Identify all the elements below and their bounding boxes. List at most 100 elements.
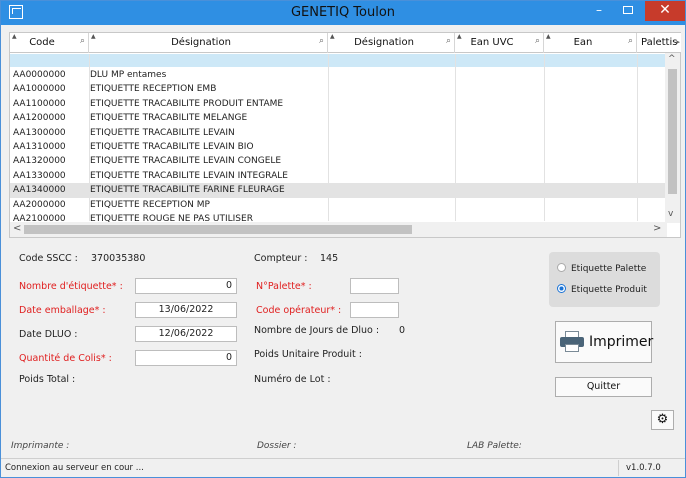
maximize-button[interactable] <box>617 1 639 21</box>
selected-empty-row[interactable] <box>10 54 665 67</box>
code-operateur-field[interactable] <box>350 302 399 318</box>
code-cell: AA1320000 <box>13 156 66 167</box>
table-row[interactable]: AA1100000 ETIQUETTE TRACABILITE PRODUIT E… <box>10 97 665 111</box>
date-dluo-field[interactable]: 12/06/2022 <box>135 326 237 342</box>
search-icon[interactable]: ⌕ <box>535 36 540 46</box>
window-title: GENETIQ Toulon <box>290 5 396 20</box>
table-row[interactable]: AA1320000 ETIQUETTE TRACABILITE LEVAIN CO… <box>10 154 665 168</box>
radio-on-icon <box>557 284 566 293</box>
radio-etiquette-produit[interactable]: Etiquette Produit <box>557 284 647 295</box>
main-window: GENETIQ Toulon – ✕ ▲ Code ⌕ ▲ Désignatio… <box>0 0 686 478</box>
radio-label: Etiquette Produit <box>571 285 647 295</box>
grid-header: ▲ Code ⌕ ▲ Désignation ⌕ ▲ Désignation ⌕… <box>10 33 681 53</box>
gear-icon: ⚙ <box>656 412 669 427</box>
search-icon[interactable]: ⌕ <box>446 36 451 46</box>
printer-icon <box>560 331 584 353</box>
column-label: Désignation <box>354 37 414 48</box>
horizontal-scrollbar[interactable]: < > <box>10 222 667 237</box>
status-bar: Connexion au serveur en cour ... v1.0.7.… <box>1 458 685 477</box>
column-header-designation[interactable]: ▲ Désignation ⌕ <box>89 33 328 53</box>
column-label: Désignation <box>171 37 231 48</box>
date-emballage-field[interactable]: 13/06/2022 <box>135 302 237 318</box>
designation-cell: ETIQUETTE RECEPTION EMB <box>90 84 217 95</box>
code-cell: AA1000000 <box>13 84 66 95</box>
code-sscc-value: 370035380 <box>91 253 146 264</box>
scroll-down-icon[interactable]: v <box>668 209 673 219</box>
numero-lot-label: Numéro de Lot : <box>254 374 331 385</box>
designation-cell: ETIQUETTE TRACABILITE FARINE FLEURAGE <box>90 185 285 196</box>
column-header-ean-uvc[interactable]: ▲ Ean UVC ⌕ <box>455 33 544 53</box>
print-button[interactable]: Imprimer <box>555 321 654 363</box>
column-label: Ean <box>573 37 593 48</box>
scroll-left-icon[interactable]: < <box>13 223 21 234</box>
code-cell: AA0000000 <box>13 70 66 80</box>
radio-label: Etiquette Palette <box>571 264 647 274</box>
version-label: v1.0.7.0 <box>626 463 661 473</box>
column-header-code[interactable]: ▲ Code ⌕ <box>10 33 89 53</box>
designation-cell: ETIQUETTE TRACABILITE LEVAIN CONGELE <box>90 156 282 167</box>
table-row[interactable]: AA1310000 ETIQUETTE TRACABILITE LEVAIN BI… <box>10 140 665 154</box>
dossier-label: Dossier : <box>257 441 297 451</box>
code-cell: AA1200000 <box>13 113 66 124</box>
vertical-scrollbar[interactable]: ^ v <box>665 53 680 223</box>
designation-cell: ETIQUETTE TRACABILITE MELANGE <box>90 113 248 124</box>
imprimante-label: Imprimante : <box>11 441 70 451</box>
designation-cell: ETIQUETTE RECEPTION MP <box>90 199 210 210</box>
quantite-colis-label: Quantité de Colis* : <box>19 353 112 364</box>
search-icon[interactable]: ⌕ <box>319 36 324 46</box>
status-message: Connexion au serveur en cour ... <box>5 463 144 473</box>
table-row[interactable]: AA1300000 ETIQUETTE TRACABILITE LEVAIN <box>10 126 665 140</box>
designation-cell: DLU MP entames <box>90 70 167 80</box>
npalette-label: N°Palette* : <box>256 281 312 292</box>
print-button-label: Imprimer <box>589 334 654 350</box>
npalette-field[interactable] <box>350 278 399 294</box>
radio-off-icon <box>557 263 566 272</box>
article-grid: ▲ Code ⌕ ▲ Désignation ⌕ ▲ Désignation ⌕… <box>9 32 681 238</box>
scroll-thumb[interactable] <box>24 225 412 234</box>
scroll-thumb[interactable] <box>668 69 677 194</box>
status-separator <box>618 460 619 476</box>
date-emballage-label: Date emballage* : <box>19 305 106 316</box>
column-label: Code <box>29 37 55 48</box>
table-row[interactable]: AA2000000 ETIQUETTE RECEPTION MP <box>10 198 665 212</box>
poids-unitaire-label: Poids Unitaire Produit : <box>254 349 362 360</box>
quit-button[interactable]: Quitter <box>555 377 652 397</box>
scroll-up-icon[interactable]: ^ <box>668 54 676 64</box>
table-row[interactable]: AA1000000 ETIQUETTE RECEPTION EMB <box>10 82 665 96</box>
printer-paper <box>565 344 579 352</box>
search-icon[interactable]: ⌕ <box>628 36 633 46</box>
grid-rows: AA0000000 DLU MP entames AA1000000 ETIQUET… <box>10 68 665 226</box>
column-header-ean[interactable]: ▲ Ean ⌕ <box>544 33 637 53</box>
nb-jours-dluo-value: 0 <box>399 325 406 336</box>
nb-jours-dluo-label: Nombre de Jours de Dluo : <box>254 325 380 336</box>
table-row[interactable]: AA1200000 ETIQUETTE TRACABILITE MELANGE <box>10 111 665 125</box>
label-type-panel: Etiquette Palette Etiquette Produit <box>549 252 660 307</box>
designation-cell: ETIQUETTE TRACABILITE LEVAIN <box>90 127 235 138</box>
designation-cell: ETIQUETTE TRACABILITE PRODUIT ENTAME <box>90 98 284 109</box>
lab-palette-label: LAB Palette: <box>467 441 522 451</box>
scroll-right-icon[interactable]: ▸ <box>676 38 680 46</box>
settings-button[interactable]: ⚙ <box>651 410 674 430</box>
column-label: Palettis <box>641 37 678 48</box>
quantite-colis-field[interactable]: 0 <box>135 350 237 366</box>
nombre-etiquette-label: Nombre d'étiquette* : <box>19 281 123 292</box>
scroll-right-icon[interactable]: > <box>653 223 661 234</box>
code-cell: AA1340000 <box>13 185 66 196</box>
table-row[interactable]: AA1330000 ETIQUETTE TRACABILITE LEVAIN IN… <box>10 169 665 183</box>
search-icon[interactable]: ⌕ <box>80 36 85 46</box>
code-cell: AA1100000 <box>13 98 66 109</box>
code-cell: AA1300000 <box>13 127 66 138</box>
close-button[interactable]: ✕ <box>645 1 685 21</box>
radio-etiquette-palette[interactable]: Etiquette Palette <box>557 263 647 274</box>
nombre-etiquette-field[interactable]: 0 <box>135 278 237 294</box>
designation-cell: ETIQUETTE TRACABILITE LEVAIN INTEGRALE <box>90 170 288 181</box>
code-cell: AA1310000 <box>13 141 66 152</box>
minimize-button[interactable]: – <box>588 1 610 21</box>
code-cell: AA1330000 <box>13 170 66 181</box>
table-row[interactable]: AA1340000 ETIQUETTE TRACABILITE FARINE FL… <box>10 183 665 198</box>
column-header-palettis[interactable]: Palettis ▸ <box>637 33 681 53</box>
code-operateur-label: Code opérateur* : <box>256 305 342 316</box>
poids-total-label: Poids Total : <box>19 374 76 385</box>
column-header-designation-2[interactable]: ▲ Désignation ⌕ <box>328 33 455 53</box>
table-row[interactable]: AA0000000 DLU MP entames <box>10 68 665 82</box>
